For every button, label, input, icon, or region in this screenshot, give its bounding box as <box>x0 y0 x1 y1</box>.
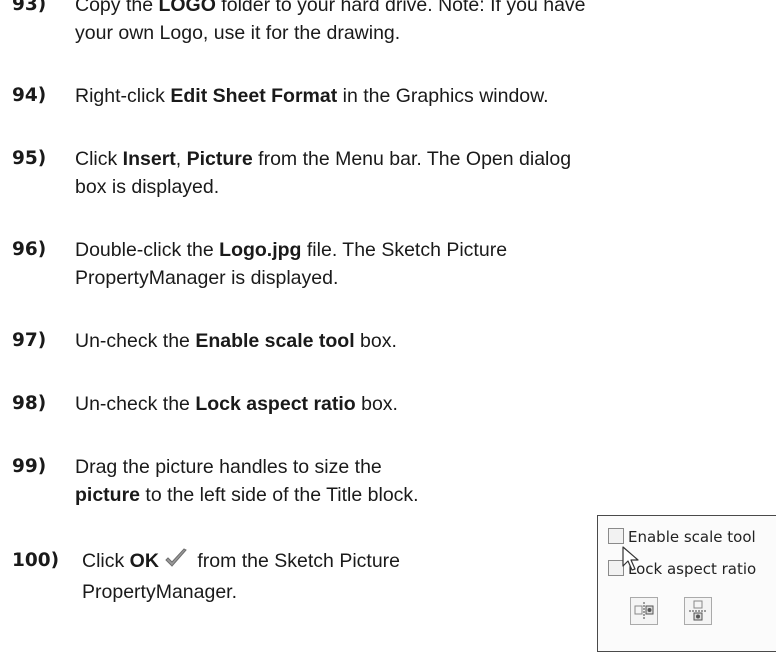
text: your own Logo, use it for the drawing. <box>75 22 401 44</box>
step-text: Un-check the Enable scale tool box. <box>75 327 397 355</box>
bold-term: Logo.jpg <box>219 239 302 261</box>
enable-scale-tool-label: Enable scale tool <box>628 528 756 546</box>
step-text: Copy the LOGO folder to your hard drive.… <box>75 0 586 47</box>
flip-vertical-button[interactable] <box>684 597 712 625</box>
step-number: 99) <box>12 456 47 477</box>
text: Un-check the <box>75 330 196 352</box>
text: file. The Sketch Picture <box>301 239 508 261</box>
step-number: 93) <box>12 0 47 15</box>
bold-term: LOGO <box>158 0 216 16</box>
step-text: Double-click the Logo.jpg file. The Sket… <box>75 236 507 292</box>
step-number: 97) <box>12 330 47 351</box>
bold-term: Insert <box>122 148 176 170</box>
text: Right-click <box>75 85 171 107</box>
step-text: Right-click Edit Sheet Format in the Gra… <box>75 82 549 110</box>
text: box is displayed. <box>75 176 220 198</box>
bold-term: picture <box>75 484 141 506</box>
step-text: Un-check the Lock aspect ratio box. <box>75 390 398 418</box>
step-number: 95) <box>12 148 47 169</box>
picture-flip-horizontal-icon <box>634 602 654 620</box>
bold-term: Lock aspect ratio <box>195 393 356 415</box>
text: box. <box>355 393 398 415</box>
picture-flip-vertical-icon <box>689 600 707 621</box>
text: Click <box>82 550 130 572</box>
text: PropertyManager. <box>82 581 238 603</box>
bold-term: OK <box>129 550 159 572</box>
lock-aspect-ratio-label: Lock aspect ratio <box>628 560 757 578</box>
step-text: Drag the picture handles to size the pic… <box>75 453 419 509</box>
text: Drag the picture handles to size the <box>75 456 382 478</box>
text: from the Sketch Picture <box>191 550 401 572</box>
step-number: 100) <box>12 550 60 571</box>
text: Copy the <box>75 0 159 16</box>
text: , <box>175 148 187 170</box>
bold-term: Enable scale tool <box>195 330 355 352</box>
step-text: Click Insert, Picture from the Menu bar.… <box>75 145 571 201</box>
ok-check-icon <box>164 548 188 578</box>
text: Un-check the <box>75 393 196 415</box>
step-number: 98) <box>12 393 47 414</box>
text: to the left side of the Title block. <box>140 484 419 506</box>
text: box. <box>354 330 397 352</box>
sketch-picture-options-panel: Enable scale tool Lock aspect ratio <box>597 515 776 652</box>
mouse-pointer-icon <box>622 546 639 571</box>
step-text: Click OK from the Sketch Picture Propert… <box>82 547 400 606</box>
flip-horizontal-button[interactable] <box>630 597 658 625</box>
bold-term: Edit Sheet Format <box>170 85 338 107</box>
text: in the Graphics window. <box>337 85 549 107</box>
step-number: 96) <box>12 239 47 260</box>
text: Click <box>75 148 123 170</box>
text: Double-click the <box>75 239 220 261</box>
step-number: 94) <box>12 85 47 106</box>
bold-term: Picture <box>186 148 253 170</box>
enable-scale-tool-checkbox[interactable] <box>608 528 624 544</box>
text: from the Menu bar. The Open dialog <box>252 148 572 170</box>
text: PropertyManager is displayed. <box>75 267 339 289</box>
text: folder to your hard drive. Note: If you … <box>215 0 586 16</box>
